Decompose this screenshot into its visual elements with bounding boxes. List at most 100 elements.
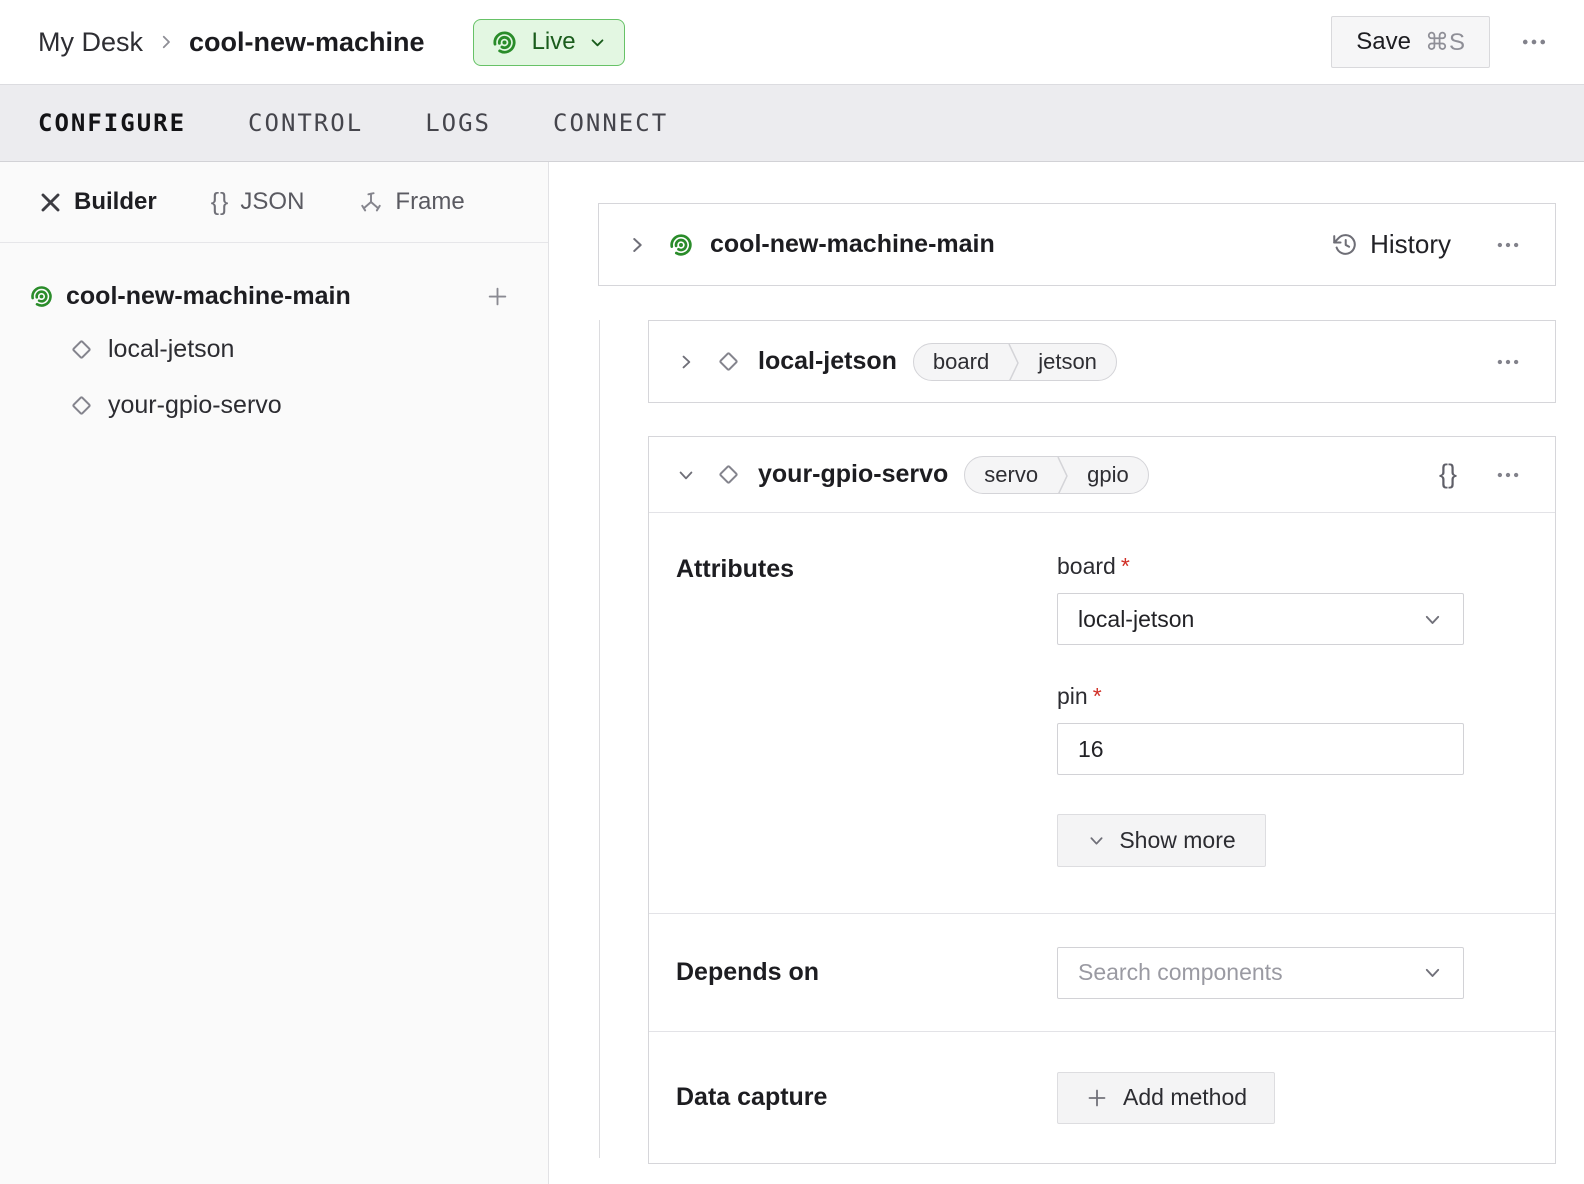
viam-machine-page: My Desk cool-new-machine Live	[0, 0, 1584, 1184]
breadcrumb: My Desk cool-new-machine Live	[38, 19, 625, 66]
local-jetson-menu-button[interactable]	[1491, 345, 1525, 379]
save-shortcut-hint: ⌘S	[1425, 28, 1465, 57]
braces-icon: {}	[211, 188, 230, 217]
data-capture-section: Data capture Add method	[649, 1031, 1555, 1163]
tab-control[interactable]: CONTROL	[248, 109, 363, 137]
your-gpio-servo-card-title: your-gpio-servo	[758, 460, 948, 489]
tab-logs[interactable]: LOGS	[425, 109, 491, 137]
board-select[interactable]: local-jetson	[1057, 593, 1464, 645]
attributes-fields: board* local-jetson pin*	[1057, 553, 1464, 867]
component-type-badge: board jetson	[913, 343, 1117, 381]
component-diamond-icon	[68, 392, 95, 419]
view-builder-label: Builder	[74, 188, 157, 216]
pin-input[interactable]	[1057, 723, 1464, 775]
add-method-button[interactable]: Add method	[1057, 1072, 1275, 1124]
view-json[interactable]: {} JSON	[211, 188, 305, 217]
breadcrumb-separator-icon	[157, 33, 175, 51]
local-jetson-card: local-jetson board jetson	[648, 320, 1556, 403]
machine-main-card-header: cool-new-machine-main History	[599, 204, 1555, 285]
tools-icon	[38, 190, 63, 215]
breadcrumb-parent-link[interactable]: My Desk	[38, 27, 143, 58]
pin-field-label: pin*	[1057, 683, 1464, 710]
view-builder[interactable]: Builder	[38, 188, 157, 216]
expand-chevron-right-icon[interactable]	[676, 352, 696, 372]
component-diamond-icon	[715, 348, 742, 375]
chevron-down-icon	[589, 34, 606, 51]
ellipsis-icon	[1495, 462, 1521, 488]
tree-your-gpio-servo-label: your-gpio-servo	[108, 391, 282, 420]
configure-content: Builder {} JSON Frame	[0, 162, 1584, 1184]
add-component-button[interactable]	[485, 284, 510, 309]
show-more-button[interactable]: Show more	[1057, 814, 1266, 867]
frame-axes-icon	[358, 189, 384, 215]
config-sidebar: Builder {} JSON Frame	[0, 162, 549, 1184]
tree-item-your-gpio-servo[interactable]: your-gpio-servo	[28, 377, 510, 433]
machine-overflow-menu-button[interactable]	[1516, 24, 1552, 60]
show-more-label: Show more	[1119, 827, 1235, 854]
required-asterisk: *	[1093, 683, 1102, 709]
depends-on-placeholder: Search components	[1078, 959, 1283, 986]
view-json-label: JSON	[240, 188, 304, 216]
tab-connect[interactable]: CONNECT	[553, 109, 668, 137]
view-frame-label: Frame	[395, 188, 464, 216]
top-bar-actions: Save ⌘S	[1331, 16, 1552, 68]
ellipsis-icon	[1495, 232, 1521, 258]
your-gpio-servo-menu-button[interactable]	[1491, 458, 1525, 492]
tree-local-jetson-label: local-jetson	[108, 335, 234, 364]
required-asterisk: *	[1121, 553, 1130, 579]
add-method-label: Add method	[1123, 1084, 1247, 1111]
viam-logo-icon	[490, 28, 519, 57]
component-model-label: gpio	[1068, 457, 1148, 493]
badge-divider-icon	[1057, 457, 1068, 493]
attributes-section: Attributes board* local-jetson	[649, 513, 1555, 913]
depends-on-section: Depends on Search components	[649, 913, 1555, 1031]
save-button-label: Save	[1356, 28, 1411, 56]
save-button[interactable]: Save ⌘S	[1331, 16, 1490, 68]
chevron-down-icon	[1087, 831, 1106, 850]
tree-item-machine-main[interactable]: cool-new-machine-main	[28, 271, 510, 321]
collapse-chevron-down-icon[interactable]	[676, 465, 696, 485]
live-status-label: Live	[532, 28, 576, 56]
tree-item-local-jetson[interactable]: local-jetson	[28, 321, 510, 377]
view-frame[interactable]: Frame	[358, 188, 464, 216]
tab-configure[interactable]: CONFIGURE	[38, 109, 186, 137]
board-select-value: local-jetson	[1078, 606, 1194, 633]
data-capture-heading: Data capture	[676, 1083, 1057, 1112]
attributes-heading: Attributes	[676, 553, 1057, 867]
depends-on-select[interactable]: Search components	[1057, 947, 1464, 999]
machine-main-card: cool-new-machine-main History	[598, 203, 1556, 286]
live-status-dropdown[interactable]: Live	[473, 19, 625, 66]
plus-icon	[1085, 1086, 1109, 1110]
machine-main-card-title: cool-new-machine-main	[710, 230, 995, 259]
local-jetson-card-title: local-jetson	[758, 347, 897, 376]
board-field-label: board*	[1057, 553, 1464, 580]
badge-divider-icon	[1008, 344, 1019, 380]
depends-on-heading: Depends on	[676, 958, 1057, 987]
component-type-badge: servo gpio	[964, 456, 1148, 494]
chevron-down-icon	[1422, 609, 1443, 630]
ellipsis-icon	[1520, 28, 1548, 56]
viam-logo-icon	[667, 231, 695, 259]
machine-name-title: cool-new-machine	[189, 27, 425, 58]
component-type-label: servo	[965, 457, 1057, 493]
top-bar: My Desk cool-new-machine Live	[0, 0, 1584, 84]
component-diamond-icon	[68, 336, 95, 363]
config-view-switcher: Builder {} JSON Frame	[0, 162, 548, 243]
history-button-label: History	[1370, 229, 1451, 260]
viam-logo-icon	[28, 283, 55, 310]
component-model-label: jetson	[1019, 344, 1116, 380]
tree-indent-line	[599, 320, 600, 1158]
expand-chevron-right-icon[interactable]	[626, 234, 648, 256]
machine-part-tree: cool-new-machine-main local-jetson your	[0, 243, 548, 433]
edit-json-button[interactable]: {}	[1439, 459, 1457, 490]
page-tab-bar: CONFIGURE CONTROL LOGS CONNECT	[0, 84, 1584, 162]
component-diamond-icon	[715, 461, 742, 488]
history-clock-icon	[1332, 231, 1359, 258]
config-main-panel: cool-new-machine-main History	[549, 162, 1584, 1184]
local-jetson-card-header: local-jetson board jetson	[649, 321, 1555, 402]
history-button[interactable]: History	[1332, 229, 1451, 260]
your-gpio-servo-card-header: your-gpio-servo servo gpio {}	[649, 437, 1555, 513]
chevron-down-icon	[1422, 962, 1443, 983]
machine-card-menu-button[interactable]	[1491, 228, 1525, 262]
your-gpio-servo-card: your-gpio-servo servo gpio {}	[648, 436, 1556, 1164]
